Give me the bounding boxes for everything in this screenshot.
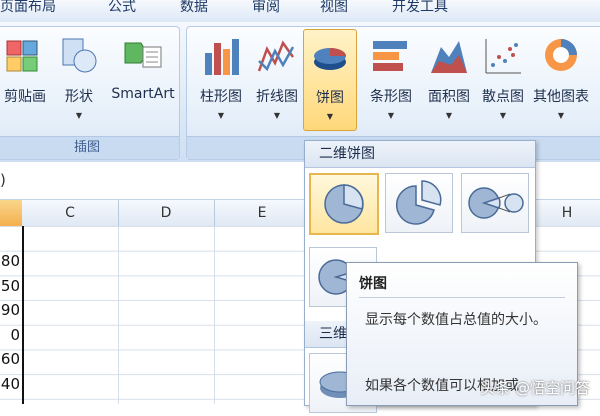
cell-value[interactable]: 50 [0, 277, 20, 295]
pie-of-pie-icon [468, 187, 524, 219]
pie-chart-icon [314, 48, 346, 70]
section-header-2d-pie: 二维饼图 [305, 141, 535, 168]
exploded-pie-icon [395, 180, 442, 225]
scatter-chart-icon [485, 39, 521, 74]
tab-data[interactable]: 数据 [180, 0, 208, 16]
grid-line [118, 226, 119, 404]
smartart-icon [124, 42, 162, 68]
illustrations-group-label: 插图 [0, 136, 179, 159]
pie-of-pie-option-button[interactable] [461, 173, 529, 233]
watermark: 头条 @悟空问答 [480, 379, 590, 397]
area-chart-icon [431, 41, 467, 73]
scatter-chart-button[interactable]: 散点图 ▼ [473, 29, 533, 129]
chevron-down-icon: ▼ [557, 111, 565, 120]
tooltip-title: 饼图 [359, 276, 387, 292]
smartart-button[interactable]: SmartArt [111, 29, 175, 129]
exploded-pie-option-button[interactable] [385, 173, 453, 233]
pie-chart-button[interactable]: 饼图 ▼ [303, 29, 357, 131]
bar-chart-icon [373, 41, 407, 71]
clip-art-icon [6, 40, 38, 72]
shapes-button[interactable]: 形状 ▼ [49, 29, 109, 129]
column-header-d[interactable]: D [118, 200, 215, 226]
line-chart-icon [257, 40, 295, 72]
tab-page-layout[interactable]: 页面布局 [0, 0, 56, 16]
column-header-h[interactable]: H [534, 200, 600, 226]
cell-value[interactable]: 40 [0, 375, 20, 393]
other-charts-button[interactable]: 其他图表 ▼ [531, 29, 591, 129]
chevron-down-icon: ▼ [75, 111, 83, 120]
chevron-down-icon: ▼ [273, 111, 281, 120]
column-header-e[interactable]: E [214, 200, 311, 226]
illustrations-group: 剪贴画 形状 ▼ SmartArt 插图 [0, 26, 180, 160]
selected-column-header[interactable] [0, 200, 22, 226]
column-chart-button[interactable]: 柱形图 ▼ [191, 29, 251, 129]
clip-art-button[interactable]: 剪贴画 [0, 29, 55, 129]
tooltip-body: 显示每个数值占总值的大小。 [365, 312, 547, 328]
other-charts-icon [545, 39, 577, 71]
chevron-down-icon: ▼ [387, 111, 395, 120]
tab-review[interactable]: 审阅 [252, 0, 280, 16]
ribbon-tab-bar: 页面布局 公式 数据 审阅 视图 开发工具 [0, 0, 600, 23]
grid-line [214, 226, 215, 404]
pie-icon [324, 184, 364, 224]
column-header-c[interactable]: C [22, 200, 119, 226]
area-chart-button[interactable]: 面积图 ▼ [419, 29, 479, 129]
chevron-down-icon: ▼ [445, 111, 453, 120]
cell-value[interactable]: 0 [0, 326, 20, 344]
tab-view[interactable]: 视图 [320, 0, 348, 16]
cell-value[interactable]: 80 [0, 252, 20, 270]
shapes-icon [62, 38, 97, 73]
cell-value[interactable]: 90 [0, 301, 20, 319]
other-charts-label: 其他图表 [533, 89, 589, 105]
tooltip-divider [359, 297, 565, 298]
column-chart-icon [205, 39, 239, 75]
tab-formulas[interactable]: 公式 [108, 0, 136, 16]
pie-option-button[interactable] [309, 173, 379, 235]
bar-chart-button[interactable]: 条形图 ▼ [361, 29, 421, 129]
chevron-down-icon: ▼ [499, 111, 507, 120]
chevron-down-icon: ▼ [326, 112, 334, 121]
cell-value[interactable]: 60 [0, 350, 20, 368]
tab-developer[interactable]: 开发工具 [392, 0, 448, 16]
chevron-down-icon: ▼ [217, 111, 225, 120]
line-chart-button[interactable]: 折线图 ▼ [247, 29, 307, 129]
formula-cursor: ) [0, 171, 6, 189]
smartart-label: SmartArt [111, 86, 175, 102]
